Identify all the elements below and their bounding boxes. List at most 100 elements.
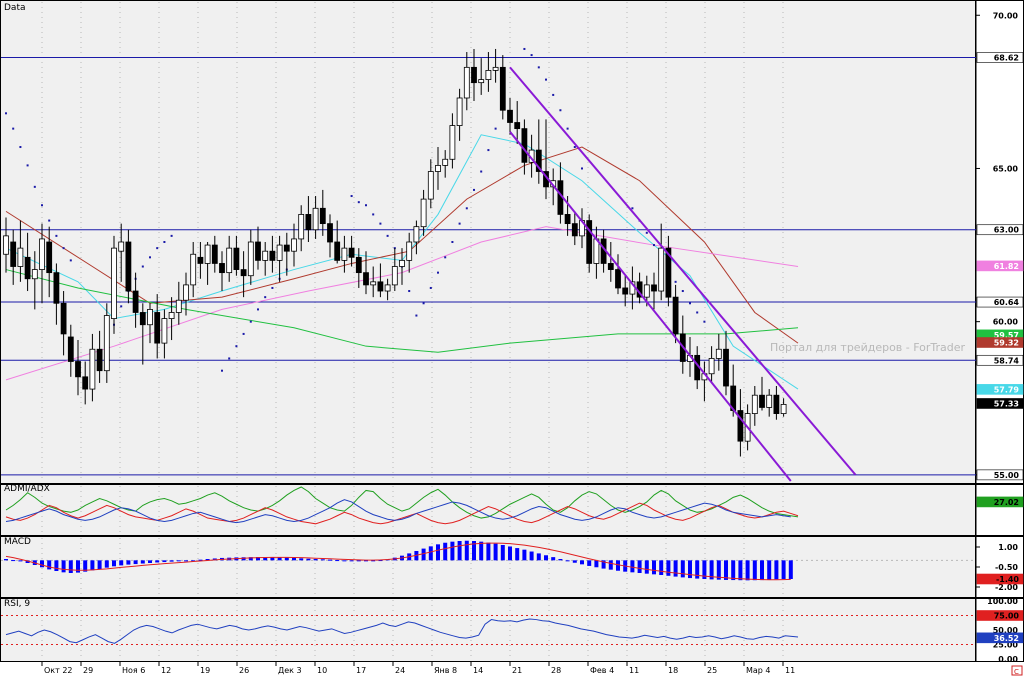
time-tick-label: Мар 4 xyxy=(746,666,771,675)
sar-dot xyxy=(566,127,569,130)
macd-bar xyxy=(11,560,16,562)
candle-bull xyxy=(118,241,125,252)
candle-bull xyxy=(643,284,650,298)
macd-bar xyxy=(644,560,649,574)
sar-dot xyxy=(235,345,238,348)
macd-bar xyxy=(738,560,743,581)
macd-bar xyxy=(97,560,102,569)
macd-bar xyxy=(565,560,570,562)
candle-bull xyxy=(190,253,197,286)
candle-bull xyxy=(175,299,182,313)
macd-bar xyxy=(781,560,786,579)
candle-bull xyxy=(226,247,233,274)
sar-dot xyxy=(408,290,411,293)
candle-bear xyxy=(348,247,355,258)
candle-bull xyxy=(413,226,420,243)
candle-bull xyxy=(298,214,305,240)
candle-bull xyxy=(31,269,38,280)
candle-bull xyxy=(111,247,117,320)
price-tag: 61.82 xyxy=(994,262,1019,271)
candle-bear xyxy=(46,241,53,274)
candle-bull xyxy=(103,315,110,372)
rsi-panel-label: RSI, 9 xyxy=(4,599,30,609)
candle-bull xyxy=(478,79,485,84)
candle-bear xyxy=(24,256,31,280)
macd-bar xyxy=(162,560,167,563)
sar-dot xyxy=(271,286,274,289)
sar-dot xyxy=(552,93,555,96)
macd-bar xyxy=(666,560,671,576)
candle-bear xyxy=(759,394,765,408)
macd-bar xyxy=(335,560,340,562)
macd-bar xyxy=(40,560,44,568)
sar-dot xyxy=(12,127,15,130)
sar-dot xyxy=(681,290,684,293)
macd-bar xyxy=(500,545,505,561)
macd-bar xyxy=(450,541,455,561)
macd-bar xyxy=(551,557,556,561)
svg-text:C: C xyxy=(1014,668,1019,676)
candle-bull xyxy=(420,198,427,228)
macd-bar xyxy=(4,559,8,561)
macd-bar xyxy=(594,560,599,568)
candle-bear xyxy=(305,214,312,231)
macd-bar xyxy=(767,560,772,580)
candle-bear xyxy=(622,287,629,295)
candle-bull xyxy=(658,247,665,292)
macd-bar xyxy=(486,542,491,561)
sar-dot xyxy=(372,213,375,216)
time-tick-label: 11 xyxy=(629,666,639,675)
sar-dot xyxy=(444,256,447,259)
candle-bear xyxy=(255,241,261,261)
sar-dot xyxy=(653,244,655,247)
macd-bar xyxy=(637,560,642,573)
corner-icon[interactable]: C xyxy=(1011,665,1023,676)
macd-bar xyxy=(616,560,620,571)
panel-axis-main xyxy=(975,0,1024,484)
macd-bar xyxy=(349,560,354,562)
sar-dot xyxy=(350,195,353,198)
candle-bull xyxy=(370,281,377,286)
candle-bear xyxy=(521,128,528,163)
sar-dot xyxy=(437,271,439,274)
candle-bear xyxy=(564,214,571,225)
time-tick-label: 10 xyxy=(317,666,327,675)
panel-rsi xyxy=(0,598,976,662)
candle-bull xyxy=(168,312,175,320)
sar-dot xyxy=(48,219,51,222)
candle-bear xyxy=(471,66,477,84)
candle-bull xyxy=(406,241,413,261)
candle-bull xyxy=(399,259,405,267)
time-tick-label: 14 xyxy=(473,666,483,675)
macd-bar xyxy=(443,542,448,561)
time-tick-label: Янв 8 xyxy=(434,666,457,675)
sar-dot xyxy=(19,146,22,149)
macd-bar xyxy=(659,560,664,575)
macd-bar xyxy=(112,560,116,567)
macd-bar xyxy=(54,560,59,571)
time-tick-label: Ноя 6 xyxy=(122,666,145,675)
macd-bar xyxy=(479,541,484,561)
sar-dot xyxy=(545,78,547,81)
candle-bull xyxy=(442,158,449,166)
candle-bear xyxy=(139,312,146,326)
time-tick-label: 28 xyxy=(551,666,561,675)
rsi-value-tag: 36.52 xyxy=(994,634,1019,643)
macd-bar xyxy=(652,560,656,575)
candle-bear xyxy=(82,376,89,390)
sar-dot xyxy=(537,66,540,69)
candle-bear xyxy=(571,223,578,237)
macd-bar xyxy=(184,560,188,562)
sar-dot xyxy=(530,54,533,57)
candle-bear xyxy=(651,284,657,292)
sar-dot xyxy=(465,207,468,210)
macd-bar xyxy=(284,557,289,561)
macd-bar xyxy=(299,558,304,561)
candle-bear xyxy=(507,109,513,123)
candle-bear xyxy=(269,250,276,261)
rsi-tick-label: 0.00 xyxy=(998,655,1018,664)
macd-bar xyxy=(342,560,347,562)
macd-bar xyxy=(133,560,138,565)
macd-tick-label: -0.50 xyxy=(995,563,1018,572)
macd-bar xyxy=(155,560,160,563)
